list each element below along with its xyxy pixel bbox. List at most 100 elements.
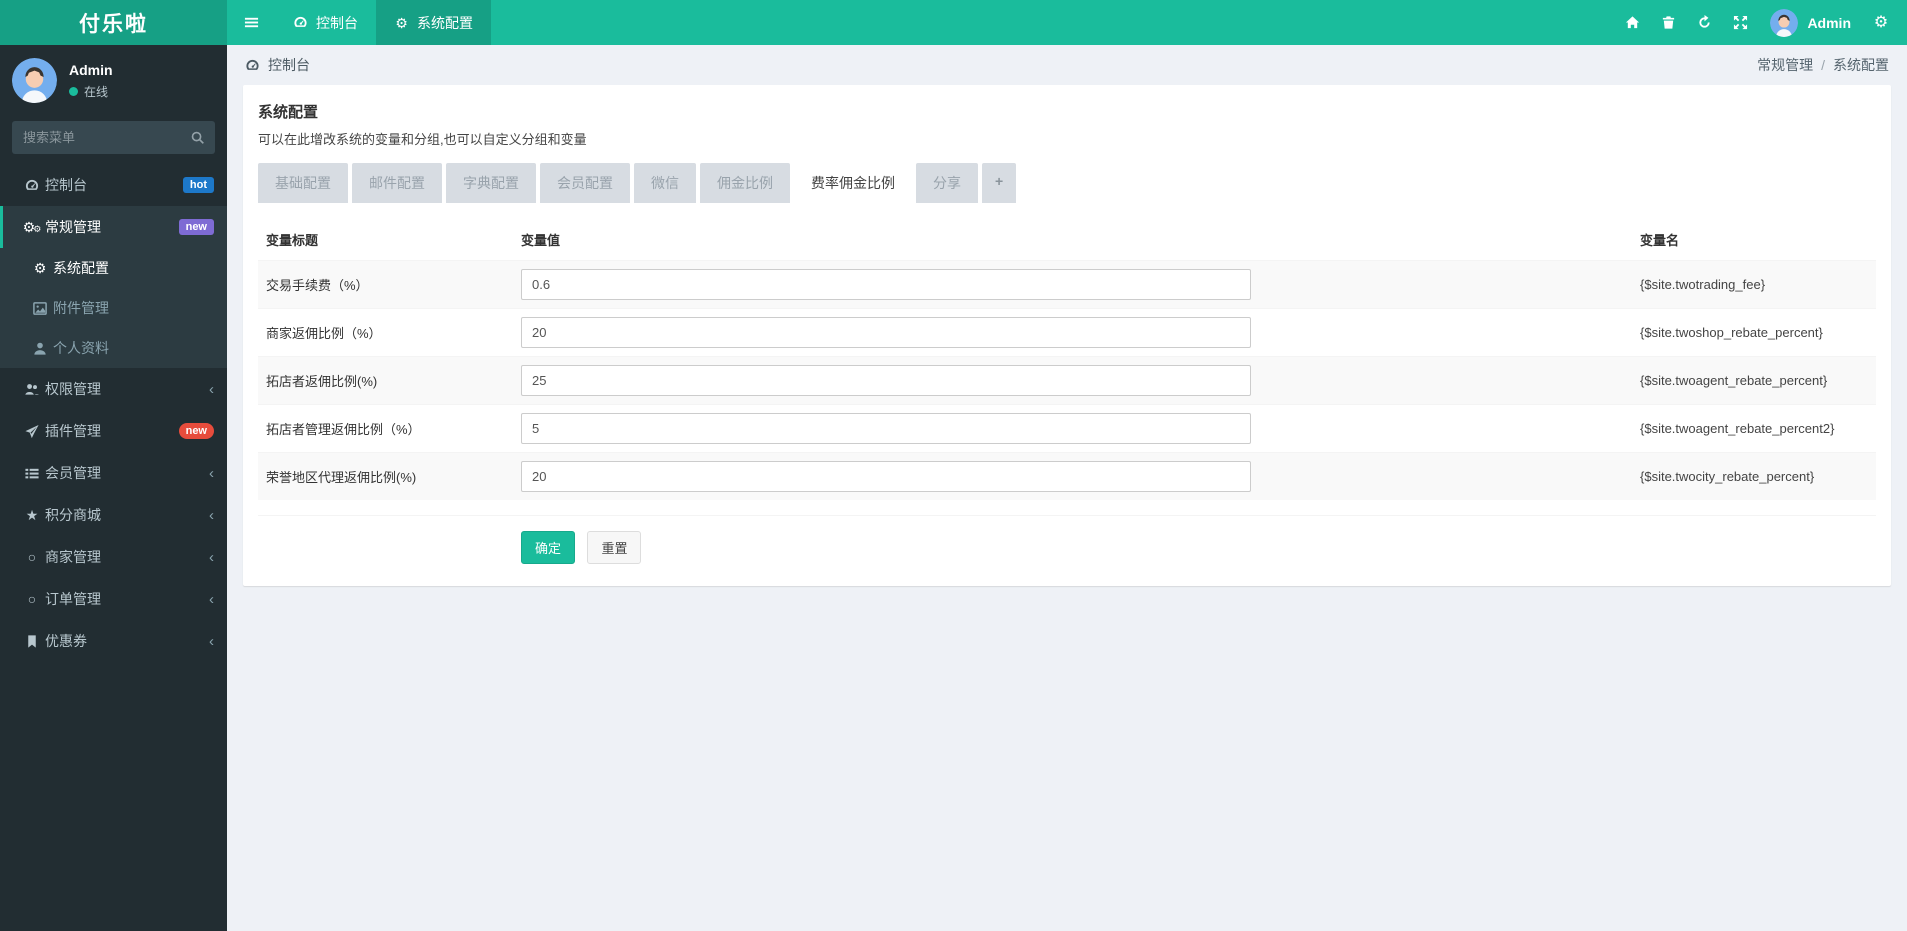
topnav-tab-dashboard[interactable]: 控制台 — [275, 0, 376, 45]
topnav-tab-system-config[interactable]: ⚙ 系统配置 — [376, 0, 491, 45]
sidebar-item-label: 优惠券 — [45, 633, 87, 649]
breadcrumb: 控制台 常规管理 / 系统配置 — [227, 45, 1907, 85]
tab-commission-ratio[interactable]: 佣金比例 — [700, 163, 790, 203]
column-header-value: 变量值 — [521, 233, 561, 248]
sidebar-item-label: 插件管理 — [45, 423, 101, 439]
row-var-name: {$site.twoagent_rebate_percent} — [1640, 373, 1828, 388]
breadcrumb-separator: / — [1821, 57, 1825, 73]
tab-rate-commission-ratio[interactable]: 费率佣金比例 — [794, 163, 912, 203]
page-title: 系统配置 — [258, 104, 319, 121]
user-icon — [27, 341, 53, 356]
sidebar-toggle-button[interactable] — [227, 0, 275, 45]
sidebar-item-label: 系统配置 — [53, 260, 109, 276]
agent-rebate-input[interactable] — [521, 365, 1251, 396]
sidebar-item-general-management[interactable]: ⚙ ⚙ 常规管理 new — [0, 206, 227, 248]
table-header: 变量标题 变量值 变量名 — [258, 219, 1876, 260]
sidebar-item-points-mall[interactable]: ★ 积分商城 ‹ — [0, 494, 227, 536]
sidebar-item-label: 个人资料 — [53, 340, 109, 356]
sidebar-item-label: 控制台 — [45, 177, 87, 193]
chevron-left-icon: ‹ — [209, 632, 214, 650]
online-status-label: 在线 — [84, 84, 109, 99]
sidebar-item-plugin-management[interactable]: 插件管理 new — [0, 410, 227, 452]
row-label: 荣誉地区代理返佣比例(%) — [266, 470, 417, 485]
page-subtitle: 可以在此增改系统的变量和分组,也可以自定义分组和变量 — [258, 132, 587, 147]
sidebar-item-dashboard[interactable]: 控制台 hot — [0, 164, 227, 206]
tab-mail-config[interactable]: 邮件配置 — [352, 163, 442, 203]
home-button[interactable] — [1614, 0, 1650, 45]
search-button[interactable] — [179, 121, 215, 154]
clear-cache-button[interactable] — [1686, 0, 1722, 45]
breadcrumb-link-system-config[interactable]: 系统配置 — [1833, 55, 1889, 75]
top-nav: 控制台 ⚙ 系统配置 Admin ⚙ — [227, 0, 1907, 45]
new-badge: new — [178, 219, 214, 235]
sidebar-item-label: 常规管理 — [45, 219, 101, 235]
table-row: 荣誉地区代理返佣比例(%) {$site.twocity_rebate_perc… — [258, 452, 1876, 500]
tab-basic-config[interactable]: 基础配置 — [258, 163, 348, 203]
sidebar-item-attachment-management[interactable]: 附件管理 — [0, 288, 227, 328]
sidebar-item-coupons[interactable]: 优惠券 ‹ — [0, 620, 227, 662]
sidebar-menu: 控制台 hot ⚙ ⚙ 常规管理 new ⚙ 系统配置 附件管理 个人资料 权限… — [0, 164, 227, 662]
circle-icon: ○ — [27, 549, 37, 565]
breadcrumb-link-general[interactable]: 常规管理 — [1757, 55, 1813, 75]
top-bar: 付乐啦 控制台 ⚙ 系统配置 Admin ⚙ — [0, 0, 1907, 45]
row-var-name: {$site.twocity_rebate_percent} — [1640, 469, 1815, 484]
sidebar-search — [12, 121, 215, 154]
tab-dictionary-config[interactable]: 字典配置 — [446, 163, 536, 203]
config-tabs: 基础配置 邮件配置 字典配置 会员配置 微信 佣金比例 费率佣金比例 分享 + — [258, 163, 1876, 203]
sidebar-item-profile[interactable]: 个人资料 — [0, 328, 227, 368]
row-var-name: {$site.twoagent_rebate_percent2} — [1640, 421, 1835, 436]
submit-button[interactable]: 确定 — [521, 531, 576, 564]
sidebar-item-label: 商家管理 — [45, 549, 101, 565]
star-icon: ★ — [25, 507, 39, 523]
column-header-varname: 变量名 — [1640, 233, 1680, 248]
sidebar-user-status: 在线 — [69, 83, 113, 100]
hot-badge: hot — [182, 177, 214, 193]
list-icon — [19, 466, 45, 481]
form-actions: 确定 重置 — [258, 515, 1876, 564]
settings-icon: ⚙ — [1873, 13, 1889, 31]
row-label: 拓店者管理返佣比例（%） — [266, 422, 421, 437]
row-label: 商家返佣比例（%） — [266, 326, 382, 341]
content-area: 控制台 常规管理 / 系统配置 系统配置 可以在此增改系统的变量和分组,也可以自… — [227, 45, 1907, 931]
sidebar-item-order-management[interactable]: ○ 订单管理 ‹ — [0, 578, 227, 620]
avatar[interactable] — [12, 58, 57, 103]
fullscreen-button[interactable] — [1722, 0, 1758, 45]
paper-plane-icon — [19, 424, 45, 439]
city-agent-rebate-input[interactable] — [521, 461, 1251, 492]
row-label: 交易手续费（%） — [266, 278, 369, 293]
sidebar-item-member-management[interactable]: 会员管理 ‹ — [0, 452, 227, 494]
chevron-left-icon: ‹ — [209, 590, 214, 608]
home-icon — [1625, 15, 1640, 30]
chevron-left-icon: ‹ — [209, 548, 214, 566]
table-row: 商家返佣比例（%） {$site.twoshop_rebate_percent} — [258, 308, 1876, 356]
trading-fee-input[interactable] — [521, 269, 1251, 300]
search-input[interactable] — [12, 121, 179, 154]
sidebar-item-merchant-management[interactable]: ○ 商家管理 ‹ — [0, 536, 227, 578]
settings-button[interactable]: ⚙ — [1863, 0, 1899, 45]
search-icon — [190, 130, 205, 145]
sidebar-item-label: 权限管理 — [45, 381, 101, 397]
admin-user-menu[interactable]: Admin — [1758, 8, 1863, 37]
dashboard-icon — [293, 15, 308, 30]
table-row: 拓店者管理返佣比例（%） {$site.twoagent_rebate_perc… — [258, 404, 1876, 452]
users-icon — [19, 382, 45, 397]
chevron-left-icon: ‹ — [209, 506, 214, 524]
trash-button[interactable] — [1650, 0, 1686, 45]
system-config-panel: 系统配置 可以在此增改系统的变量和分组,也可以自定义分组和变量 基础配置 邮件配… — [243, 85, 1891, 586]
agent-manage-rebate-input[interactable] — [521, 413, 1251, 444]
shop-rebate-input[interactable] — [521, 317, 1251, 348]
tab-member-config[interactable]: 会员配置 — [540, 163, 630, 203]
tab-wechat[interactable]: 微信 — [634, 163, 696, 203]
breadcrumb-left: 控制台 — [245, 55, 310, 75]
topnav-tab-label: 系统配置 — [417, 14, 473, 31]
sidebar-item-permission-management[interactable]: 权限管理 ‹ — [0, 368, 227, 410]
sidebar-user-panel: Admin 在线 — [0, 45, 227, 113]
admin-label: Admin — [1807, 14, 1851, 31]
sidebar-item-system-config[interactable]: ⚙ 系统配置 — [0, 248, 227, 288]
tab-share[interactable]: 分享 — [916, 163, 978, 203]
column-header-label: 变量标题 — [266, 233, 319, 248]
gear-icon: ⚙ — [395, 14, 408, 31]
main-layout: Admin 在线 控制台 hot — [0, 45, 1907, 931]
reset-button[interactable]: 重置 — [587, 531, 642, 564]
tab-add-group-button[interactable]: + — [982, 163, 1017, 203]
